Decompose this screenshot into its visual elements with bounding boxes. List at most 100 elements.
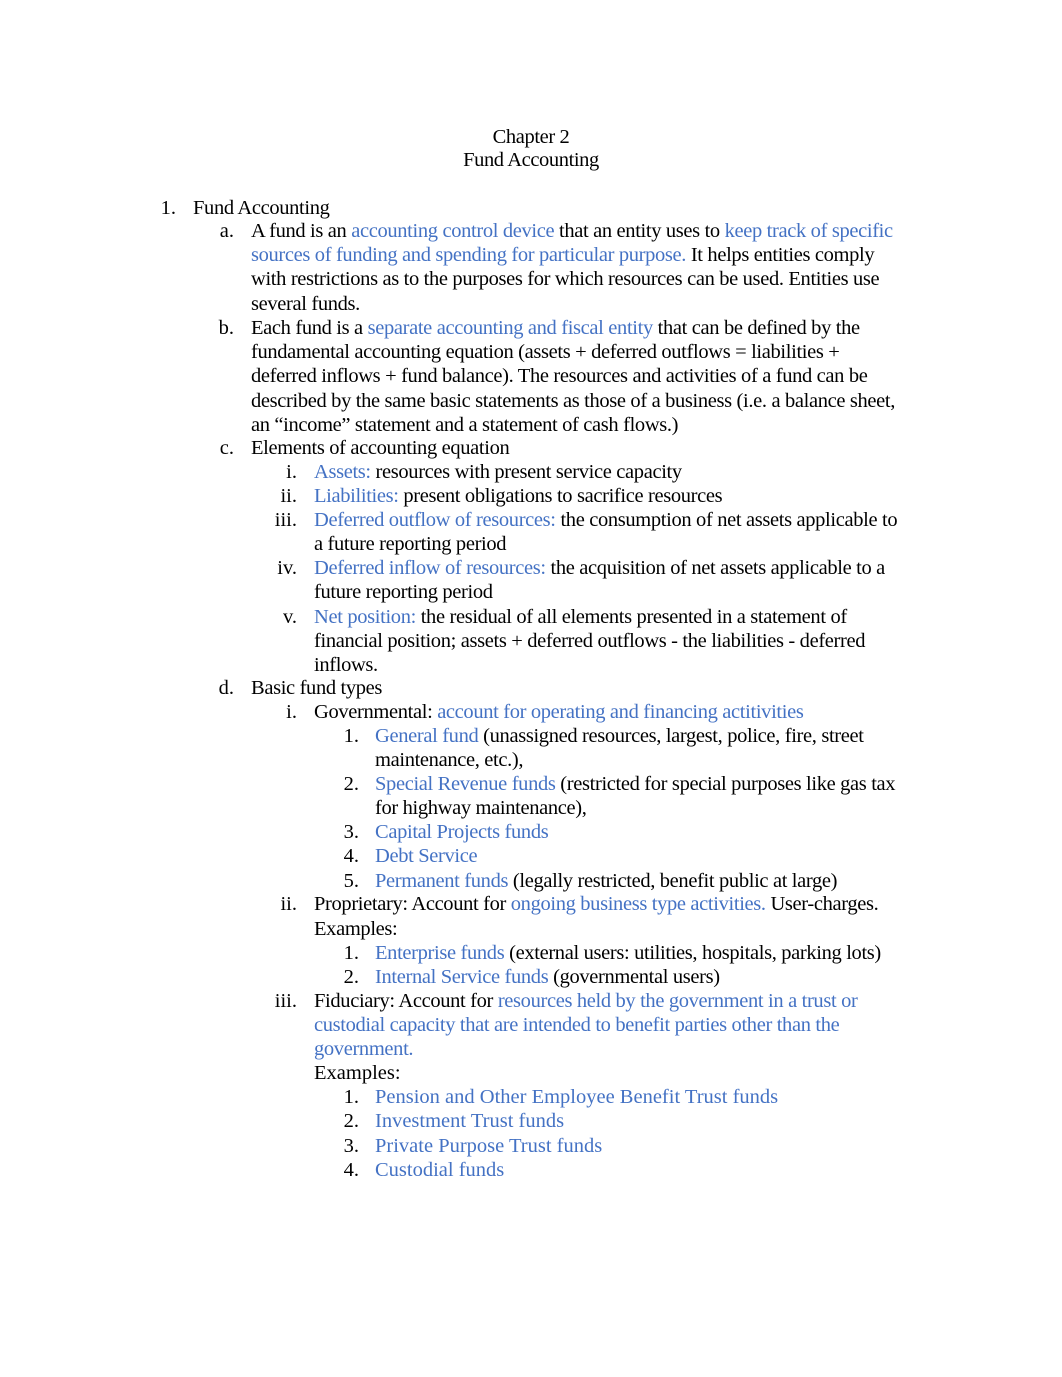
list-marker: 2. — [343, 966, 359, 988]
highlighted-term: Internal Service funds — [375, 966, 549, 988]
highlighted-term: ongoing business type activities. — [510, 893, 766, 915]
text-run: that an entity uses to — [554, 220, 725, 242]
paragraph-line: deferred inflows + fund balance). The re… — [251, 364, 868, 388]
text-run: described by the same basic statements a… — [251, 389, 896, 412]
highlighted-term: account for operating and financing acti… — [437, 701, 804, 723]
fund-line: Private Purpose Trust funds — [375, 1134, 602, 1158]
section-heading: Fund Accounting — [193, 196, 330, 220]
highlighted-term: accounting control device — [351, 220, 555, 242]
text-run: the consumption of net assets applicable… — [555, 509, 898, 531]
list-marker: iv. — [277, 557, 297, 579]
fund-line: Internal Service funds (governmental use… — [375, 965, 720, 989]
text-run: (legally restricted, benefit public at l… — [508, 870, 838, 892]
text-run: Elements of accounting equation — [251, 437, 510, 459]
list-marker: b. — [218, 317, 234, 339]
text-run: Each fund is a — [251, 317, 368, 339]
highlighted-term: Enterprise funds — [375, 942, 505, 964]
highlighted-term: Private Purpose Trust funds — [375, 1135, 603, 1157]
fund-line: Pension and Other Employee Benefit Trust… — [375, 1085, 778, 1109]
text-run: for highway maintenance), — [375, 797, 587, 820]
paragraph-line: Each fund is a separate accounting and f… — [251, 316, 860, 340]
highlighted-term: Deferred inflow of resources: — [314, 557, 546, 579]
list-marker: 4. — [343, 845, 359, 867]
text-run: It helps entities comply — [686, 244, 875, 267]
list-marker: 4. — [343, 1159, 359, 1181]
text-run: fundamental accounting equation (assets … — [251, 341, 840, 364]
subsection-heading: Elements of accounting equation — [251, 436, 510, 460]
text-run: inflows. — [314, 654, 378, 677]
fund-category-line: government. — [314, 1037, 414, 1061]
document-page: Chapter 2 Fund Accounting 1. Fund Account… — [0, 0, 1062, 1377]
definition-line: future reporting period — [314, 580, 493, 604]
highlighted-term: Net position: — [314, 606, 416, 628]
highlighted-term: Deferred outflow of resources: — [314, 509, 556, 531]
highlighted-term: government. — [314, 1038, 414, 1061]
fund-line: Permanent funds (legally restricted, ben… — [375, 869, 837, 893]
subsection-heading: Basic fund types — [251, 676, 382, 700]
list-marker: iii. — [274, 509, 297, 531]
list-marker: ii. — [280, 893, 297, 915]
text-run: resources with present service capacity — [370, 461, 683, 483]
text-run: that can be defined by the — [652, 317, 860, 339]
text-run: with restrictions as to the purposes for… — [251, 268, 880, 291]
fund-category-line: Proprietary: Account for ongoing busines… — [314, 892, 879, 916]
list-marker: 1. — [343, 942, 359, 964]
highlighted-term: separate accounting and fiscal entity — [367, 317, 654, 339]
fund-line: Debt Service — [375, 844, 478, 868]
text-run: (unassigned resources, largest, police, … — [478, 725, 864, 747]
text-run: (governmental users) — [548, 966, 720, 988]
fund-category-line: Governmental: account for operating and … — [314, 700, 804, 724]
paragraph-line: with restrictions as to the purposes for… — [251, 267, 880, 291]
fund-line: Investment Trust funds — [375, 1109, 564, 1133]
definition-line: a future reporting period — [314, 532, 507, 556]
list-marker: i. — [286, 701, 297, 723]
paragraph-line: sources of funding and spending for part… — [251, 243, 875, 267]
definition-line: Deferred inflow of resources: the acquis… — [314, 556, 885, 580]
highlighted-term: resources held by the government in a tr… — [497, 990, 858, 1012]
text-run: deferred inflows + fund balance). The re… — [251, 365, 868, 388]
paragraph-line: fundamental accounting equation (assets … — [251, 340, 840, 364]
highlighted-term: Permanent funds — [375, 870, 509, 892]
text-run: (restricted for special purposes like ga… — [555, 773, 896, 795]
list-marker: 1. — [343, 1086, 359, 1108]
highlighted-term: Investment Trust funds — [375, 1110, 565, 1132]
examples-label: Examples: — [314, 917, 398, 941]
list-marker: a. — [219, 220, 234, 242]
list-marker: 3. — [343, 1135, 359, 1157]
list-marker: v. — [282, 606, 297, 628]
highlighted-term: Custodial funds — [375, 1159, 505, 1181]
list-marker: 2. — [343, 1110, 359, 1132]
highlighted-term: Assets: — [314, 461, 371, 483]
list-marker: 1. — [160, 197, 176, 219]
list-marker: ii. — [280, 485, 297, 507]
highlighted-term: keep track of specific — [724, 220, 894, 242]
text-run: the residual of all elements presented i… — [415, 606, 847, 628]
highlighted-term: Liabilities: — [314, 485, 399, 507]
highlighted-term: Capital Projects funds — [375, 821, 549, 843]
paragraph-line: described by the same basic statements a… — [251, 389, 895, 413]
text-run: an “income” statement and a statement of… — [251, 413, 679, 436]
chapter-number: Chapter 2 — [492, 126, 570, 148]
text-run: financial position; assets + deferred ou… — [314, 630, 866, 653]
highlighted-term: sources of funding and spending for part… — [251, 244, 687, 267]
highlighted-term: Debt Service — [375, 845, 478, 867]
highlighted-term: General fund — [375, 725, 479, 747]
list-marker: 1. — [343, 725, 359, 747]
paragraph-line: an “income” statement and a statement of… — [251, 413, 679, 437]
list-marker: iii. — [274, 990, 297, 1012]
fund-line: maintenance, etc.), — [375, 748, 524, 772]
text-run: Basic fund types — [251, 677, 383, 699]
fund-line: Special Revenue funds (restricted for sp… — [375, 772, 896, 796]
highlighted-term: Pension and Other Employee Benefit Trust… — [375, 1086, 779, 1108]
text-run: future reporting period — [314, 581, 493, 604]
fund-line: Capital Projects funds — [375, 820, 549, 844]
list-marker: 3. — [343, 821, 359, 843]
fund-line: General fund (unassigned resources, larg… — [375, 724, 864, 748]
list-marker: d. — [218, 677, 234, 699]
definition-line: Net position: the residual of all elemen… — [314, 605, 847, 629]
definition-line: Liabilities: present obligations to sacr… — [314, 484, 723, 508]
text-run: Governmental: — [314, 701, 438, 723]
text-run: A fund is an — [251, 220, 352, 242]
text-run: maintenance, etc.), — [375, 749, 524, 772]
paragraph-line: several funds. — [251, 292, 360, 316]
